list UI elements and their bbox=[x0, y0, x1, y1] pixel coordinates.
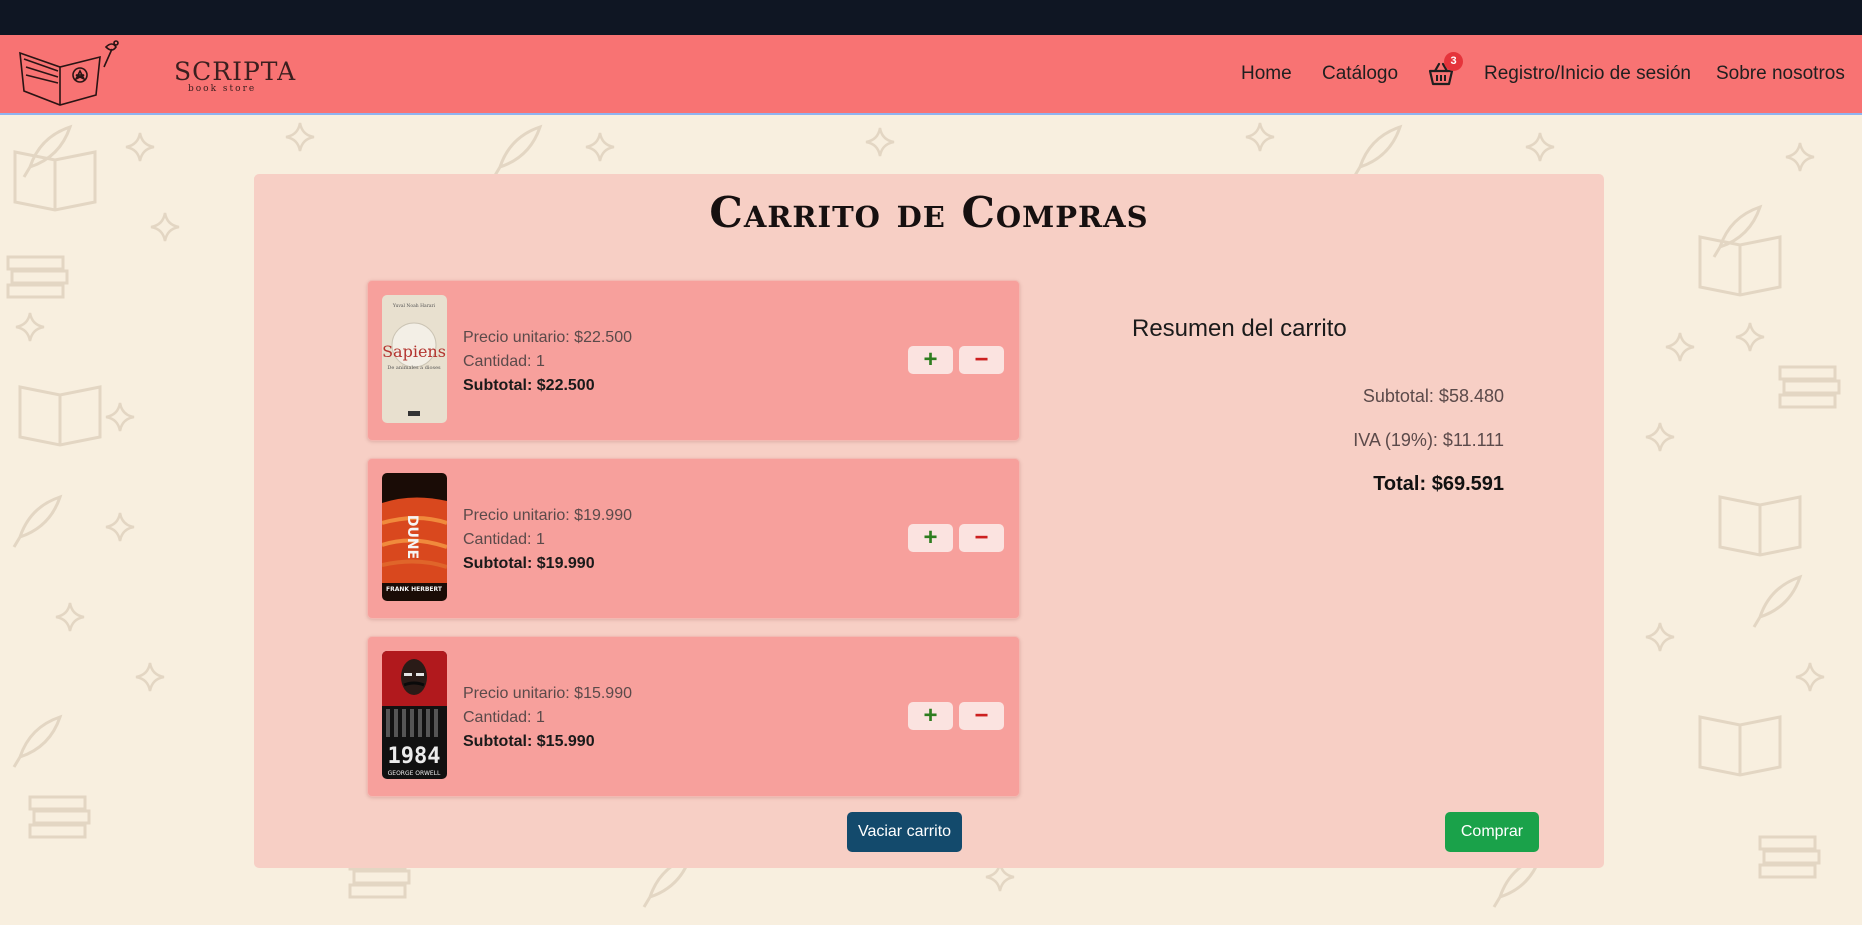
cart-item: Yuval Noah Harari Sapiens De animales a … bbox=[367, 280, 1020, 441]
browser-top-bar bbox=[0, 0, 1862, 35]
page-title: Carrito de Compras bbox=[709, 188, 1149, 237]
summary-total: Total: $69.591 bbox=[1373, 473, 1504, 495]
unit-price: Precio unitario: $22.500 bbox=[463, 329, 632, 346]
buy-button[interactable]: Comprar bbox=[1445, 812, 1539, 852]
svg-text:Yuval Noah Harari: Yuval Noah Harari bbox=[392, 303, 436, 309]
book-cover-dune: DUNE FRANK HERBERT bbox=[382, 473, 447, 601]
book-cover-sapiens: Yuval Noah Harari Sapiens De animales a … bbox=[382, 295, 447, 423]
brand-logo[interactable]: SCRIPTA book store bbox=[16, 39, 295, 111]
svg-text:DUNE: DUNE bbox=[404, 515, 420, 559]
increase-quantity-button[interactable]: + bbox=[908, 346, 953, 374]
decrease-quantity-button[interactable]: − bbox=[959, 524, 1004, 552]
quantity: Cantidad: 1 bbox=[463, 353, 545, 370]
nav-catalog[interactable]: Catálogo bbox=[1322, 63, 1398, 85]
item-info: Precio unitario: $15.990 Cantidad: 1 Sub… bbox=[463, 682, 632, 754]
increase-quantity-button[interactable]: + bbox=[908, 524, 953, 552]
nav-home[interactable]: Home bbox=[1241, 63, 1292, 85]
summary-title: Resumen del carrito bbox=[1132, 315, 1347, 342]
item-subtotal: Subtotal: $22.500 bbox=[463, 377, 595, 394]
brand-tagline: book store bbox=[188, 84, 257, 94]
unit-price: Precio unitario: $19.990 bbox=[463, 507, 632, 524]
item-info: Precio unitario: $19.990 Cantidad: 1 Sub… bbox=[463, 504, 632, 576]
unit-price: Precio unitario: $15.990 bbox=[463, 685, 632, 702]
quantity: Cantidad: 1 bbox=[463, 531, 545, 548]
svg-text:De animales a dioses: De animales a dioses bbox=[387, 365, 441, 371]
cart-count-badge: 3 bbox=[1444, 52, 1463, 71]
item-info: Precio unitario: $22.500 Cantidad: 1 Sub… bbox=[463, 326, 632, 398]
navbar: SCRIPTA book store Home Catálogo 3 Regis… bbox=[0, 35, 1862, 115]
svg-text:Sapiens: Sapiens bbox=[382, 342, 446, 361]
cart-panel: Carrito de Compras Yuval Noah Harari Sap… bbox=[254, 174, 1604, 868]
summary-iva: IVA (19%): $11.111 bbox=[1353, 430, 1504, 450]
summary-subtotal: Subtotal: $58.480 bbox=[1362, 386, 1504, 406]
nav-login[interactable]: Registro/Inicio de sesión bbox=[1484, 63, 1691, 85]
brand-name: SCRIPTA bbox=[174, 57, 297, 86]
quantity: Cantidad: 1 bbox=[463, 709, 545, 726]
svg-text:GEORGE ORWELL: GEORGE ORWELL bbox=[388, 770, 441, 777]
increase-quantity-button[interactable]: + bbox=[908, 702, 953, 730]
cart-item: 1984 GEORGE ORWELL Precio unitario: $15.… bbox=[367, 636, 1020, 797]
clear-cart-button[interactable]: Vaciar carrito bbox=[847, 812, 962, 852]
book-fairy-logo-icon bbox=[19, 40, 119, 106]
item-subtotal: Subtotal: $19.990 bbox=[463, 555, 595, 572]
svg-text:1984: 1984 bbox=[388, 744, 441, 769]
decrease-quantity-button[interactable]: − bbox=[959, 346, 1004, 374]
book-cover-1984: 1984 GEORGE ORWELL bbox=[382, 651, 447, 779]
item-subtotal: Subtotal: $15.990 bbox=[463, 733, 595, 750]
cart-item: DUNE FRANK HERBERT Precio unitario: $19.… bbox=[367, 458, 1020, 619]
nav-about[interactable]: Sobre nosotros bbox=[1716, 63, 1845, 85]
svg-text:FRANK HERBERT: FRANK HERBERT bbox=[386, 586, 443, 593]
decrease-quantity-button[interactable]: − bbox=[959, 702, 1004, 730]
